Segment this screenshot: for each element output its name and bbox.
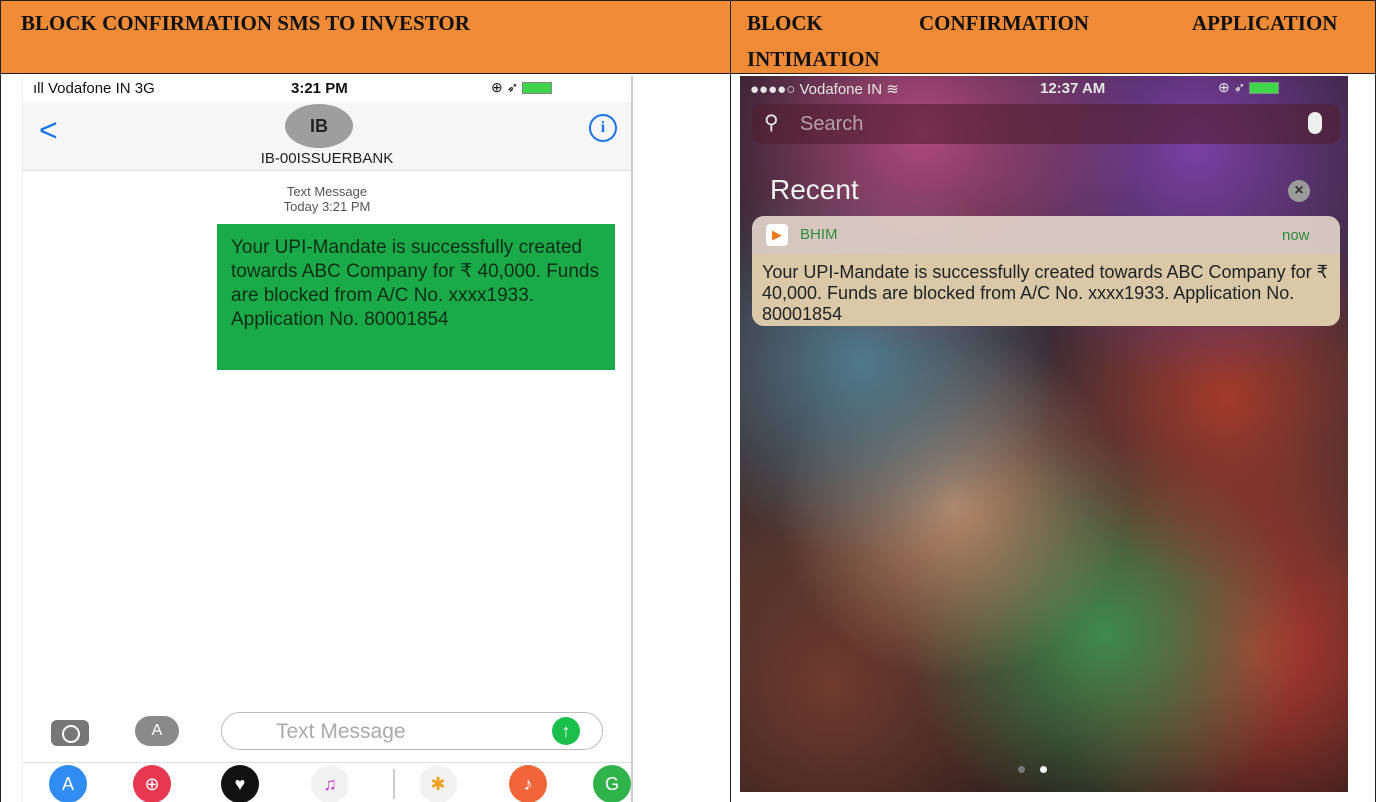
page-indicator (1018, 766, 1078, 776)
app-drawer: A ⊕ ♥ ♫ ✱ ♪ G (23, 762, 631, 802)
photos-icon[interactable]: ✱ (419, 765, 457, 802)
carrier-label: ●●●●○ Vodafone IN ≋ (750, 81, 899, 98)
app-drawer-divider (393, 769, 395, 799)
camera-icon[interactable] (51, 720, 89, 746)
left-header-text: BLOCK CONFIRMATION SMS TO INVESTOR (21, 11, 470, 35)
left-column-header: BLOCK CONFIRMATION SMS TO INVESTOR (0, 0, 731, 74)
right-header-word: INTIMATION (747, 47, 880, 71)
notification-app-name: BHIM (800, 226, 838, 243)
avatar[interactable]: IB (285, 104, 353, 148)
bhim-app-icon: ▶ (766, 224, 788, 246)
right-column-header: BLOCK CONFIRMATION APPLICATION INTIMATIO… (731, 0, 1376, 74)
notification-body: Your UPI-Mandate is successfully created… (752, 254, 1340, 326)
message-timestamp: Text Message Today 3:21 PM (23, 184, 631, 214)
timestamp-date: Today 3:21 PM (283, 199, 371, 214)
search-bar[interactable]: ⚲ (752, 104, 1340, 144)
info-button[interactable]: i (589, 114, 617, 142)
notification-screenshot: ●●●●○ Vodafone IN ≋ 12:37 AM ⊕ ➶ ⚲ Recen… (740, 76, 1348, 792)
app-store-button[interactable]: A (135, 716, 179, 746)
notification-time: now (1282, 227, 1310, 244)
notification-card[interactable]: ▶ BHIM now Your UPI-Mandate is successfu… (752, 216, 1340, 326)
status-bar: ●●●●○ Vodafone IN ≋ 12:37 AM ⊕ ➶ (740, 76, 1348, 102)
message-bubble[interactable]: Your UPI-Mandate is successfully created… (217, 224, 615, 370)
conversation-header: < IB IB-00ISSUERBANK i (23, 102, 631, 171)
microphone-icon[interactable] (1308, 112, 1322, 134)
search-input[interactable] (798, 112, 1002, 137)
right-header-word: APPLICATION (1192, 11, 1338, 35)
status-bar: ıll Vodafone IN 3G 3:21 PM ⊕ ➶ (23, 76, 631, 102)
location-icon: ⊕ ➶ (1218, 79, 1246, 95)
notification-header: ▶ BHIM now (752, 216, 1340, 254)
composer-bar: A ↑ (23, 706, 631, 756)
app-store-icon[interactable]: A (49, 765, 87, 802)
message-input[interactable] (274, 719, 528, 745)
page-dot (1018, 766, 1025, 773)
message-input-field[interactable]: ↑ (221, 712, 603, 750)
status-icons: ⊕ ➶ (1218, 79, 1280, 96)
back-button[interactable]: < (39, 112, 58, 149)
clear-notifications-button[interactable]: × (1288, 180, 1310, 202)
timestamp-type: Text Message (286, 184, 368, 199)
search-icon: ⚲ (764, 112, 779, 134)
status-time: 3:21 PM (291, 80, 348, 97)
status-time: 12:37 AM (1040, 80, 1106, 97)
battery-icon (1249, 82, 1280, 95)
right-header-word: BLOCK (747, 11, 823, 35)
garageband-icon[interactable]: ♪ (509, 765, 547, 802)
carrier-label: ıll Vodafone IN 3G (33, 80, 155, 97)
right-header-word: CONFIRMATION (919, 11, 1089, 35)
send-button[interactable]: ↑ (552, 717, 580, 745)
maps-icon[interactable]: G (593, 765, 631, 802)
battery-icon (522, 82, 553, 95)
contact-name[interactable]: IB-00ISSUERBANK (23, 150, 631, 167)
digital-touch-icon[interactable]: ♥ (221, 765, 259, 802)
messages-screenshot: ıll Vodafone IN 3G 3:21 PM ⊕ ➶ < IB IB-0… (22, 76, 633, 802)
recent-heading: Recent (770, 174, 859, 205)
music-icon[interactable]: ♫ (311, 765, 349, 802)
location-icon: ⊕ ➶ (491, 79, 519, 95)
web-search-icon[interactable]: ⊕ (133, 765, 171, 802)
page-dot-active (1040, 766, 1047, 773)
status-icons: ⊕ ➶ (491, 79, 553, 96)
